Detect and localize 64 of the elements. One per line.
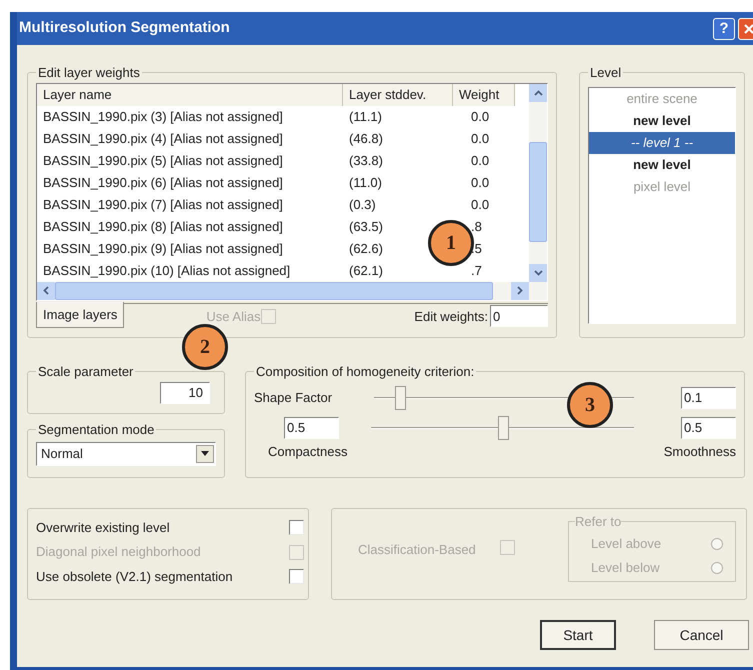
close-icon: [743, 22, 753, 34]
slider-thumb[interactable]: [498, 416, 508, 440]
table-cell-text: BASSIN_1990.pix (4) [Alias not assigned]: [42, 130, 284, 148]
table-cell: (0.3): [349, 196, 376, 212]
table-cell-text: BASSIN_1990.pix (3) [Alias not assigned]: [42, 108, 284, 126]
group-title: Refer to: [575, 513, 622, 531]
table-cell-text: BASSIN_1990.pix (7) [Alias not assigned]: [42, 196, 284, 214]
slider[interactable]: [371, 416, 634, 440]
radio-label: Level below: [591, 558, 660, 577]
edit-weights-label: Edit weights:: [414, 308, 488, 326]
radio-label: Level above: [591, 534, 662, 553]
scrollbar-thumb[interactable]: [529, 142, 547, 242]
level-item[interactable]: new level: [589, 154, 735, 176]
scale-parameter-field[interactable]: 10: [160, 382, 210, 404]
compactness-label: Compactness: [267, 442, 348, 461]
option-label: Use obsolete (V2.1) segmentation: [36, 568, 233, 586]
group-title: Level: [589, 64, 622, 82]
classification-label: Classification-Based: [358, 541, 476, 560]
shape-factor-label: Shape Factor: [254, 388, 334, 407]
table-cell-text: BASSIN_1990.pix (9) [Alias not assigned]: [42, 240, 284, 258]
table-cell-text: BASSIN_1990.pix (5) [Alias not assigned]: [42, 152, 284, 170]
table-cell-text: 0.0: [470, 174, 490, 192]
edit-weights-field[interactable]: 0: [490, 305, 548, 328]
use-alias-label: Use Alias: [206, 308, 261, 326]
table-cell-text: 0.0: [470, 130, 490, 148]
table-cell-text: 0.0: [470, 108, 490, 126]
smoothness-field[interactable]: 0.5: [681, 416, 736, 438]
cancel-button[interactable]: Cancel: [654, 620, 749, 650]
dropdown-arrow-icon: [201, 451, 209, 456]
table-cell: (11.1): [349, 108, 382, 124]
table-cell: (62.1): [349, 262, 383, 278]
table-cell-text: 0.0: [470, 196, 490, 214]
shape-factor-field[interactable]: 0.1: [681, 386, 736, 408]
column-header[interactable]: Weight: [453, 84, 515, 106]
smoothness-label: Smoothness: [664, 442, 736, 460]
option-label: Diagonal pixel neighborhood: [36, 543, 201, 562]
column-header[interactable]: Layer name: [37, 84, 343, 106]
table-cell: (46.8): [349, 130, 383, 146]
level-item[interactable]: -- level 1 --: [589, 132, 735, 154]
help-button[interactable]: ?: [713, 18, 735, 40]
tab[interactable]: Image layers: [36, 302, 124, 328]
window-title: Multiresolution Segmentation: [19, 18, 230, 38]
group-title: Segmentation mode: [37, 421, 156, 439]
table-cell: (63.5): [349, 218, 383, 234]
vertical-scrollbar[interactable]: [529, 84, 547, 282]
table-cell-text: BASSIN_1990.pix (10) [Alias not assigned]: [42, 262, 292, 280]
table-cell-text: BASSIN_1990.pix (6) [Alias not assigned]: [42, 174, 284, 192]
table-cell-text: 0.0: [470, 152, 490, 170]
checkbox[interactable]: [289, 520, 304, 535]
table-cell: (62.6): [349, 240, 383, 256]
table-cell: (11.0): [349, 174, 382, 190]
slider-thumb[interactable]: [395, 386, 406, 410]
table-cell-text: BASSIN_1990.pix (8) [Alias not assigned]: [42, 218, 284, 236]
compactness-field[interactable]: 0.5: [284, 416, 339, 438]
table-cell: (33.8): [349, 152, 383, 168]
option-label: Overwrite existing level: [36, 518, 170, 537]
group-title: Scale parameter: [37, 363, 134, 381]
level-item[interactable]: new level: [589, 110, 735, 132]
group-title: Edit layer weights: [37, 64, 141, 82]
group-title: Composition of homogeneity criterion:: [255, 363, 476, 381]
start-button[interactable]: Start: [540, 620, 616, 650]
checkbox[interactable]: [289, 569, 304, 584]
segmentation-mode-dropdown[interactable]: Normal: [36, 442, 216, 466]
column-header[interactable]: Layer stddev.: [343, 84, 453, 106]
